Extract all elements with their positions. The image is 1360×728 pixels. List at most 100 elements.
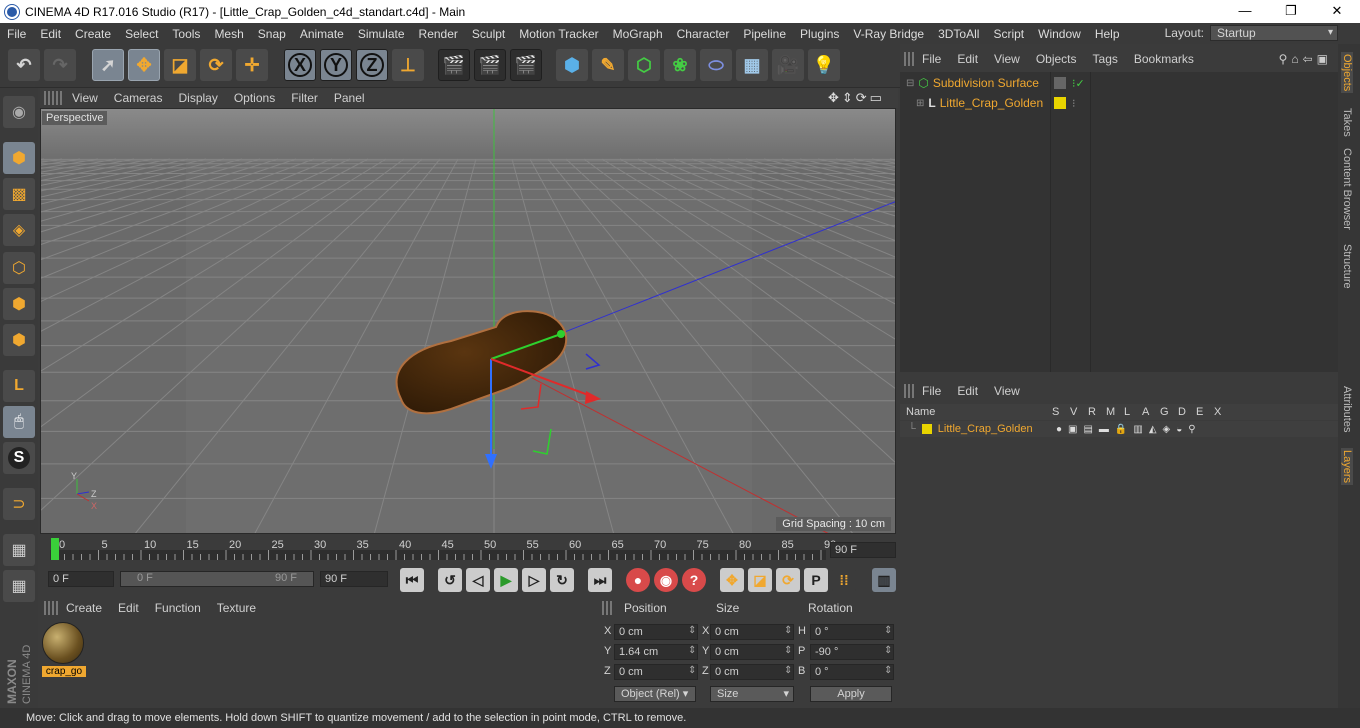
menu-snap[interactable]: Snap xyxy=(251,27,293,41)
layer-col-r[interactable]: R xyxy=(1088,406,1106,418)
texture-mode-icon[interactable]: ▩ xyxy=(3,178,35,210)
prev-frame-icon[interactable]: ◁ xyxy=(466,568,490,592)
x-axis-lock-button[interactable]: X xyxy=(284,49,316,81)
material-menu-texture[interactable]: Texture xyxy=(209,601,264,615)
layer-col-x[interactable]: X xyxy=(1214,406,1232,418)
menu-file[interactable]: File xyxy=(0,27,33,41)
layer-col-l[interactable]: L xyxy=(1124,406,1142,418)
cloner-icon[interactable]: ❀ xyxy=(664,49,696,81)
menu-plugins[interactable]: Plugins xyxy=(793,27,846,41)
object-menu-view[interactable]: View xyxy=(986,52,1028,66)
menu-tools[interactable]: Tools xyxy=(165,27,207,41)
coordinate-mode-dropdown[interactable]: Object (Rel) ▾ xyxy=(614,686,696,702)
spinner-arrows-icon[interactable]: ⇕ xyxy=(784,645,792,656)
layer-menu-view[interactable]: View xyxy=(986,384,1028,398)
render-view-icon[interactable]: 🎬 xyxy=(438,49,470,81)
menu-sculpt[interactable]: Sculpt xyxy=(465,27,512,41)
magnet-icon[interactable]: ⊃ xyxy=(3,488,35,520)
spinner-arrows-icon[interactable]: ⇕ xyxy=(688,665,696,676)
coord-size-field[interactable]: 0 cm xyxy=(710,624,794,640)
layout-dropdown[interactable]: Startup xyxy=(1210,25,1338,41)
menu-3dtoall[interactable]: 3DToAll xyxy=(931,27,986,41)
spinner-arrows-icon[interactable]: ⇕ xyxy=(884,645,892,656)
subdivision-surface-icon[interactable]: ⬡ xyxy=(628,49,660,81)
coord-pos-field[interactable]: 0 cm xyxy=(614,664,698,680)
coord-rot-field[interactable]: -90 ° xyxy=(810,644,894,660)
spinner-arrows-icon[interactable]: ⇕ xyxy=(884,665,892,676)
viewport-menu-panel[interactable]: Panel xyxy=(326,91,373,105)
light-icon[interactable]: 💡 xyxy=(808,49,840,81)
timeline-window-icon[interactable]: ▥ xyxy=(872,568,896,592)
floor-icon[interactable]: ▦ xyxy=(736,49,768,81)
select-tool-icon[interactable]: ➚ xyxy=(92,49,124,81)
layer-col-g[interactable]: G xyxy=(1160,406,1178,418)
undo-icon[interactable]: ↶ xyxy=(8,49,40,81)
menu-mesh[interactable]: Mesh xyxy=(207,27,250,41)
layer-col-v[interactable]: V xyxy=(1070,406,1088,418)
model-mode-icon[interactable]: ⬢ xyxy=(3,142,35,174)
menu-animate[interactable]: Animate xyxy=(293,27,351,41)
render-settings-icon[interactable]: 🎬 xyxy=(510,49,542,81)
layer-menu-edit[interactable]: Edit xyxy=(949,384,986,398)
spinner-arrows-icon[interactable]: ⇕ xyxy=(784,665,792,676)
record-scale-icon[interactable]: ◪ xyxy=(748,568,772,592)
menu-motion-tracker[interactable]: Motion Tracker xyxy=(512,27,605,41)
layer-col-s[interactable]: S xyxy=(1052,406,1070,418)
menu-window[interactable]: Window xyxy=(1031,27,1088,41)
layer-flags-icons[interactable]: ●▣▤▬🔒▥◭◈◒⚲ xyxy=(1056,424,1202,435)
tree-collapse-icon[interactable]: ⊟ xyxy=(906,78,914,89)
object-menu-file[interactable]: File xyxy=(914,52,949,66)
coord-pos-field[interactable]: 0 cm xyxy=(614,624,698,640)
coordinate-system-icon[interactable]: ⊥ xyxy=(392,49,424,81)
next-frame-icon[interactable]: ▷ xyxy=(522,568,546,592)
object-menu-tags[interactable]: Tags xyxy=(1085,52,1126,66)
coord-pos-field[interactable]: 1.64 cm xyxy=(614,644,698,660)
maximize-button[interactable]: ❐ xyxy=(1268,0,1314,23)
viewport-menu-options[interactable]: Options xyxy=(226,91,283,105)
menu-pipeline[interactable]: Pipeline xyxy=(736,27,793,41)
spinner-arrows-icon[interactable]: ⇕ xyxy=(688,645,696,656)
menu-mograph[interactable]: MoGraph xyxy=(606,27,670,41)
move-tool-icon[interactable]: ✥ xyxy=(128,49,160,81)
object-manager-tools[interactable]: ⚲⌂⇦▣ xyxy=(1279,52,1332,66)
size-mode-dropdown[interactable]: Size ▾ xyxy=(710,686,794,702)
material-menu-function[interactable]: Function xyxy=(147,601,209,615)
minimize-button[interactable]: — xyxy=(1222,0,1268,23)
start-frame-field[interactable]: 0 F xyxy=(48,571,114,587)
tab-layers[interactable]: Layers xyxy=(1341,448,1353,486)
z-axis-lock-button[interactable]: Z xyxy=(356,49,388,81)
timeline-ticks[interactable]: 051015202530354045505560657075808590 xyxy=(40,536,840,564)
coord-rot-field[interactable]: 0 ° xyxy=(810,624,894,640)
close-button[interactable]: ✕ xyxy=(1314,0,1360,23)
tab-structure[interactable]: Structure xyxy=(1341,244,1353,289)
keyframe-selection-icon[interactable]: ? xyxy=(682,568,706,592)
menu-select[interactable]: Select xyxy=(118,27,165,41)
layer-menu-file[interactable]: File xyxy=(914,384,949,398)
visibility-dots-icon[interactable]: ⁝ xyxy=(1072,97,1076,110)
scale-tool-icon[interactable]: ◪ xyxy=(164,49,196,81)
go-to-start-icon[interactable]: ⏮ xyxy=(400,568,424,592)
menu-render[interactable]: Render xyxy=(412,27,465,41)
autokey-icon[interactable]: ◉ xyxy=(654,568,678,592)
spinner-arrows-icon[interactable]: ⇕ xyxy=(688,625,696,636)
point-level-anim-icon[interactable]: ⁞⁞ xyxy=(832,568,856,592)
layer-col-a[interactable]: A xyxy=(1142,406,1160,418)
axis-mode-icon[interactable]: L xyxy=(3,370,35,402)
enabled-check-icon[interactable]: ⁝✓ xyxy=(1072,77,1085,90)
record-parameter-icon[interactable]: P xyxy=(804,568,828,592)
live-select-icon[interactable]: ✛ xyxy=(236,49,268,81)
viewport-menu-cameras[interactable]: Cameras xyxy=(106,91,171,105)
pen-spline-icon[interactable]: ✎ xyxy=(592,49,624,81)
object-row-subdivision[interactable]: ⊟ ⬡ Subdivision Surface ⁝✓ xyxy=(900,74,1090,92)
next-key-icon[interactable]: ↻ xyxy=(550,568,574,592)
rotate-tool-icon[interactable]: ⟳ xyxy=(200,49,232,81)
menu-script[interactable]: Script xyxy=(986,27,1031,41)
playhead[interactable] xyxy=(51,538,59,560)
y-axis-lock-button[interactable]: Y xyxy=(320,49,352,81)
material-swatch[interactable]: crap_go xyxy=(42,622,86,678)
redo-icon[interactable]: ↷ xyxy=(44,49,76,81)
viewport-menu-display[interactable]: Display xyxy=(170,91,225,105)
layer-color-swatch[interactable] xyxy=(921,424,932,434)
tab-attributes[interactable]: Attributes xyxy=(1341,386,1353,432)
go-to-end-icon[interactable]: ⏭ xyxy=(588,568,612,592)
